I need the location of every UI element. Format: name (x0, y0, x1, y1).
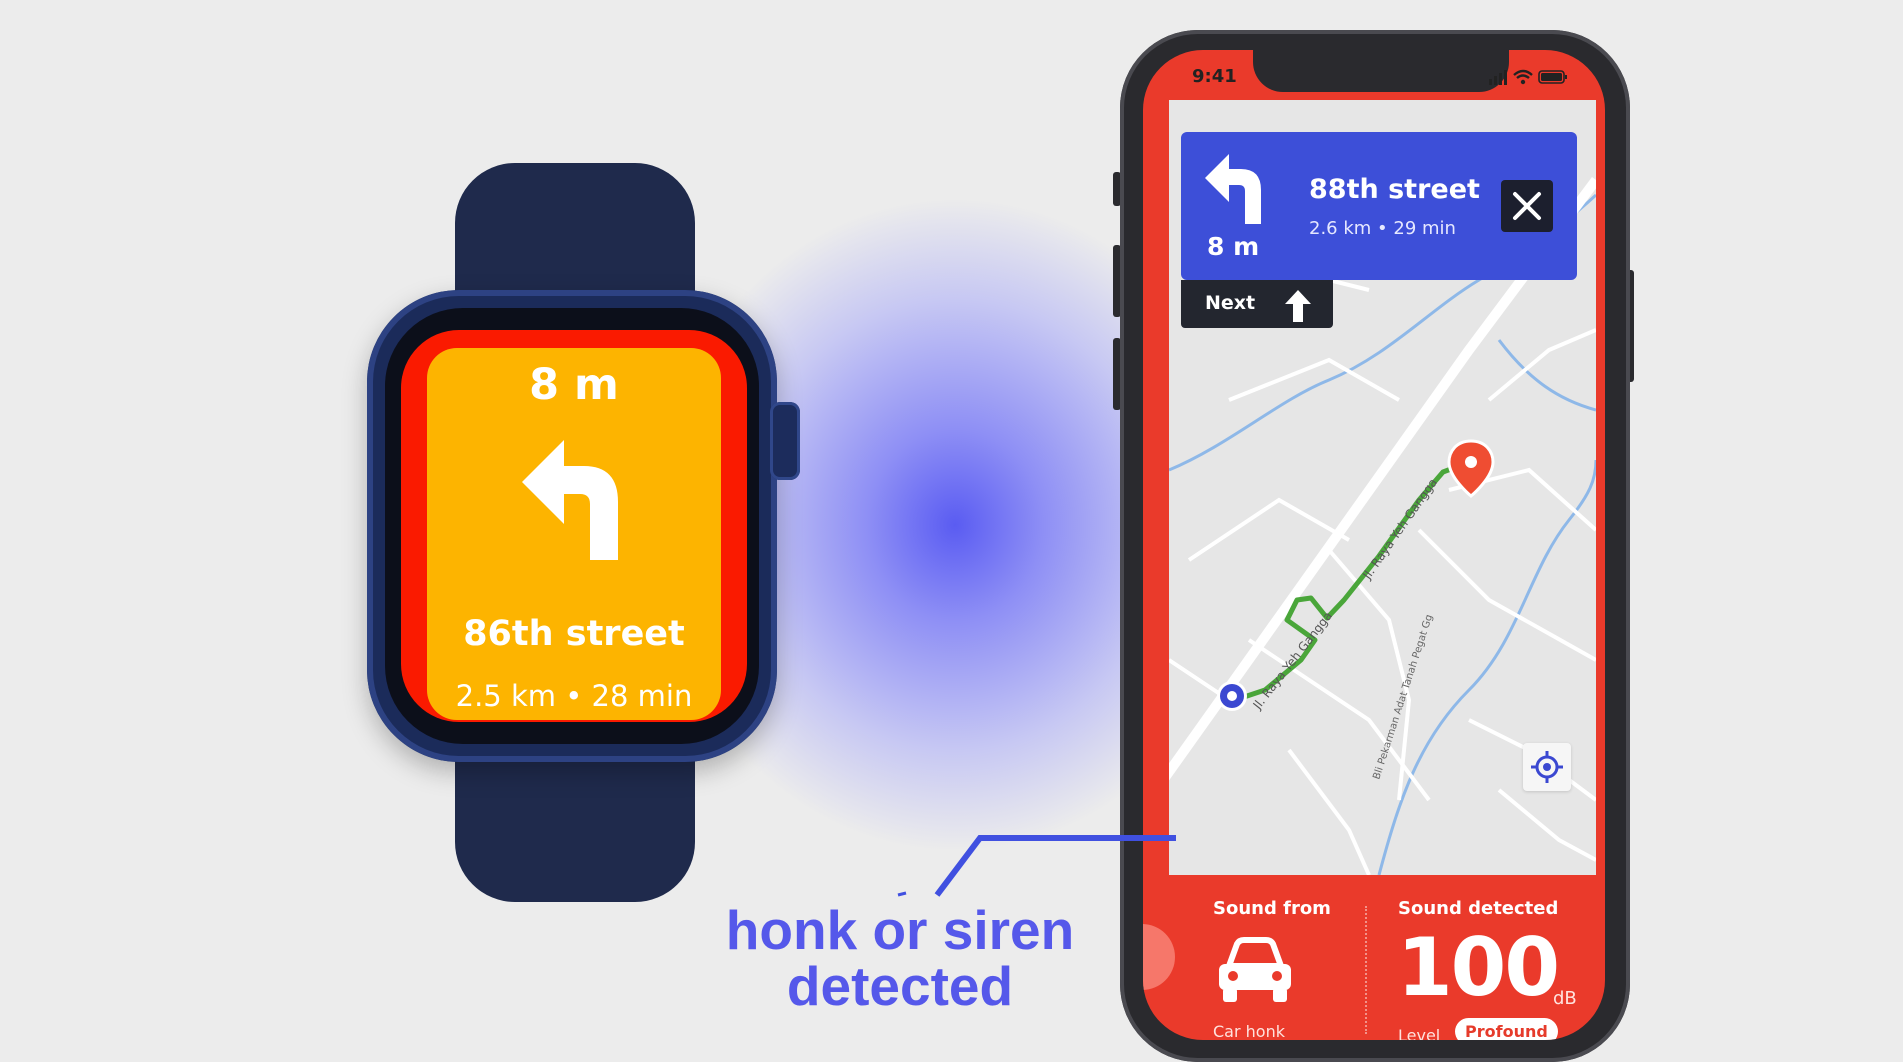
navigation-card[interactable]: 8 m 88th street 2.6 km • 29 min (1181, 132, 1577, 280)
battery-icon (1538, 70, 1567, 84)
car-icon (1219, 937, 1291, 1002)
nav-trip-meta: 2.6 km • 29 min (1309, 218, 1456, 239)
wifi-icon (1513, 69, 1533, 79)
level-badge: Profound (1455, 1018, 1558, 1040)
status-time: 9:41 (1192, 66, 1237, 87)
nav-distance: 8 m (1207, 232, 1260, 261)
watch-distance: 8 m (529, 360, 619, 410)
sound-detected-label: Sound detected (1398, 898, 1559, 919)
signal-icon (1489, 70, 1507, 85)
close-button[interactable] (1501, 180, 1553, 232)
callout-text: honk or siren detected (690, 902, 1110, 1014)
status-bar: 9:41 (1143, 50, 1605, 100)
watch-street-name: 86th street (463, 614, 685, 654)
level-label: Level (1398, 1026, 1441, 1040)
turn-left-arrow-icon (522, 440, 618, 560)
watch-screen[interactable]: 8 m 86th street 2.5 km • 28 min (427, 348, 721, 720)
locate-me-button[interactable] (1523, 743, 1571, 791)
sound-source-label: Car honk (1213, 1022, 1285, 1040)
phone-screen: Jl. Raya Yeh Gangga Jl. Raya Yeh Gangga … (1143, 50, 1605, 1040)
decibel-unit: dB (1553, 988, 1577, 1009)
nav-street-name: 88th street (1309, 174, 1480, 205)
crosshair-icon (1531, 751, 1563, 783)
callout-line-2: detected (786, 955, 1014, 1017)
decibel-value: 100 (1397, 921, 1560, 1014)
status-icons (1489, 69, 1567, 85)
next-label: Next (1205, 292, 1256, 314)
panel-side-indicator (1143, 924, 1175, 990)
phone-notch (1253, 50, 1509, 92)
callout-line-1: honk or siren (725, 899, 1075, 961)
panel-divider (1365, 906, 1367, 1034)
sound-detection-panel: Sound from Car honk Sound detected 100 d… (1143, 876, 1605, 1040)
watch-crown[interactable] (770, 402, 800, 480)
close-icon (1513, 192, 1541, 220)
next-turn-button[interactable]: Next (1181, 280, 1333, 328)
turn-left-arrow-icon (1205, 154, 1261, 224)
arrow-up-icon (1285, 290, 1311, 322)
sound-from-label: Sound from (1213, 898, 1331, 919)
origin-marker-icon (1217, 681, 1247, 711)
watch-trip-meta: 2.5 km • 28 min (455, 679, 693, 713)
